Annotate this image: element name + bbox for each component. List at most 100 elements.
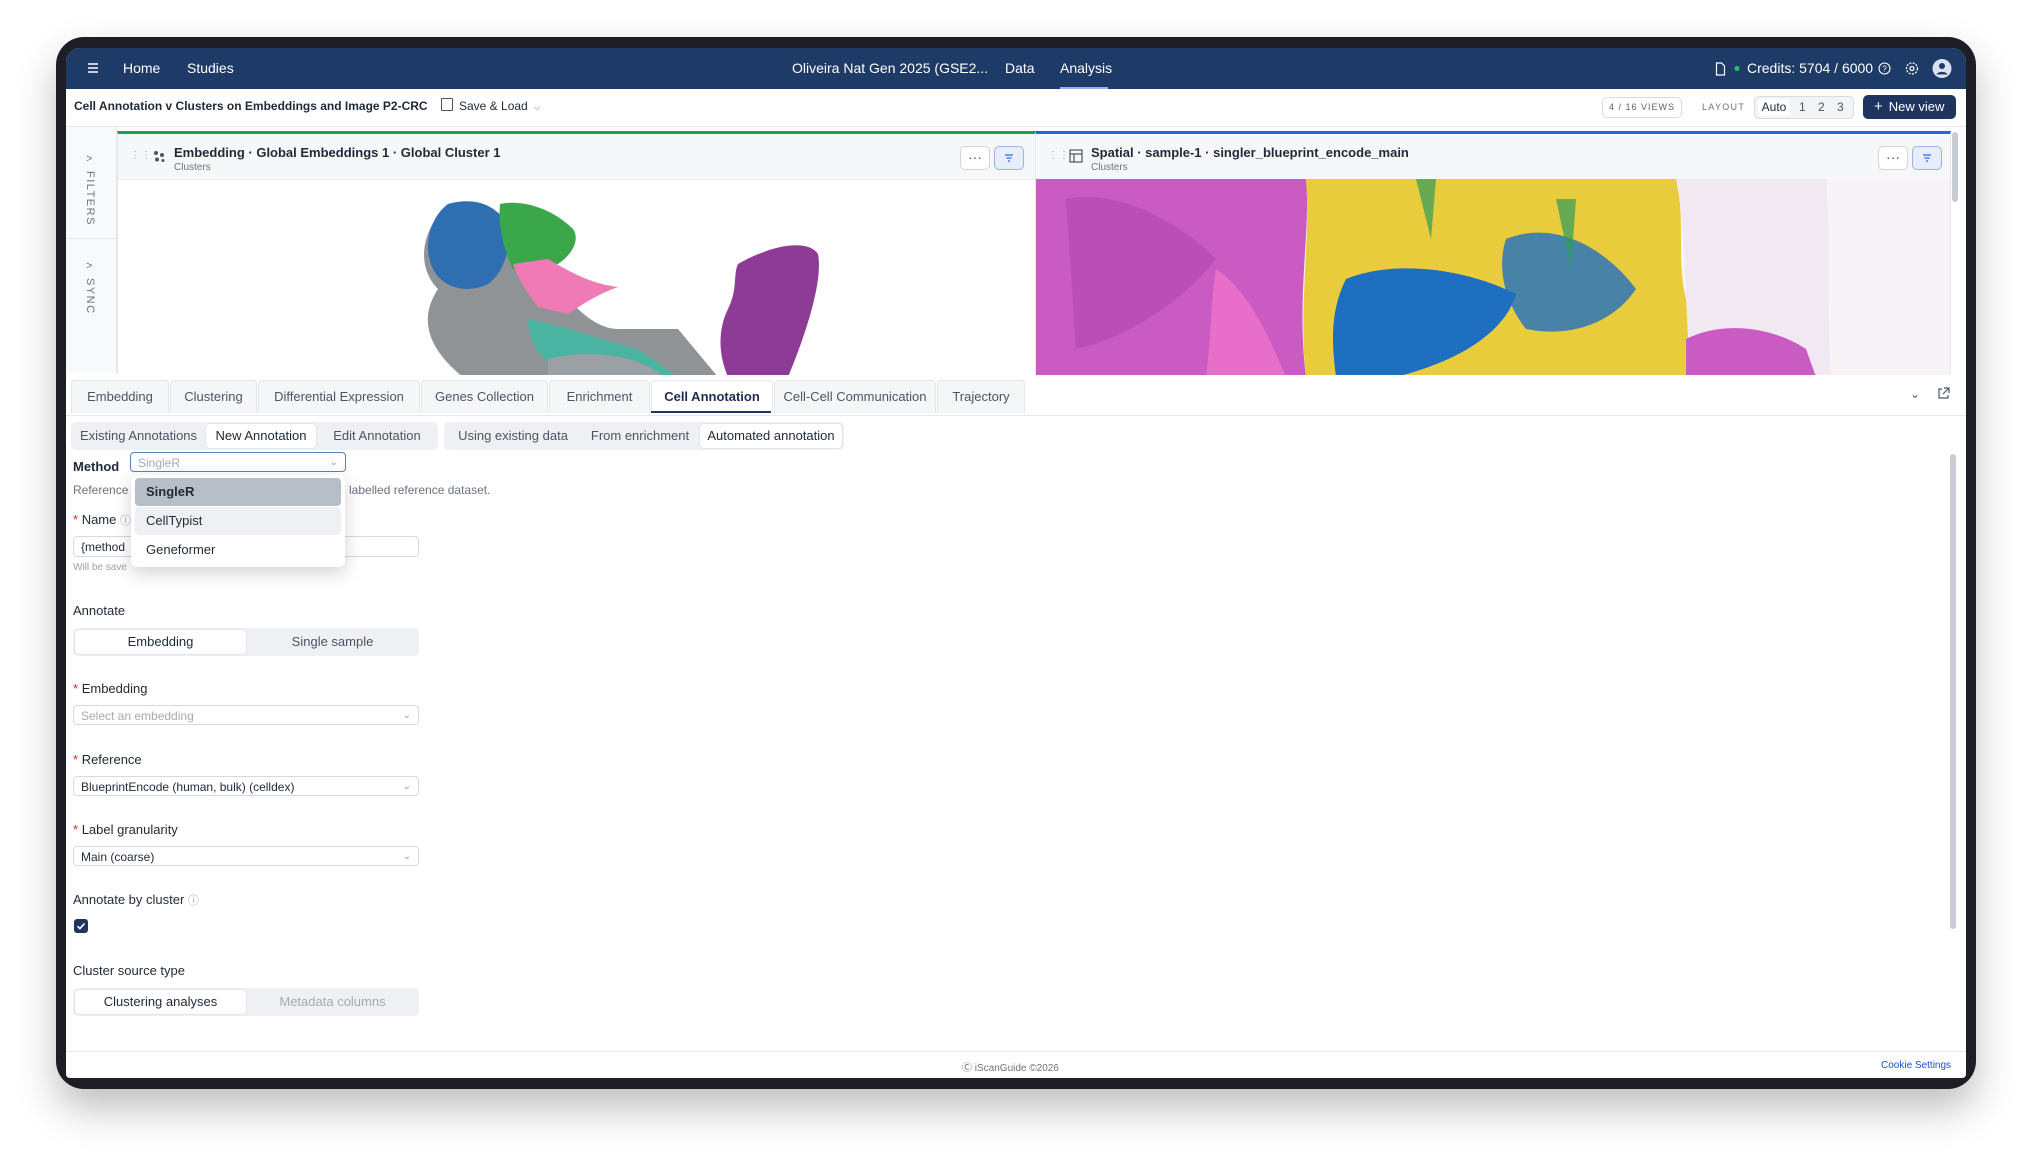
footer-copyright: Ⓒ iScanGuide ©2026 xyxy=(962,1059,1059,1074)
reference-select-value: BlueprintEncode (human, bulk) (celldex) xyxy=(81,780,295,794)
label-granularity-select[interactable]: Main (coarse) ⌄ xyxy=(73,846,419,866)
document-icon[interactable] xyxy=(1715,48,1726,89)
layout-1[interactable]: 1 xyxy=(1799,99,1806,116)
chevron-right-icon[interactable]: > xyxy=(86,260,92,272)
mode-edit-annotation[interactable]: Edit Annotation xyxy=(318,424,436,448)
help-icon[interactable]: ⓘ xyxy=(188,895,199,907)
nav-data[interactable]: Data xyxy=(1005,48,1035,89)
collapse-chevron-icon[interactable]: ⌄ xyxy=(1910,387,1920,401)
source-from-enrichment[interactable]: From enrichment xyxy=(582,424,698,448)
tab-clustering[interactable]: Clustering xyxy=(170,380,257,413)
method-option-celltypist[interactable]: CellTypist xyxy=(135,507,341,535)
drag-handle-icon[interactable]: ⋮⋮ xyxy=(1048,150,1070,161)
top-navigation: Home Studies Oliveira Nat Gen 2025 (GSE2… xyxy=(66,48,1966,89)
form-scrollbar[interactable] xyxy=(1950,454,1956,929)
help-icon[interactable]: ⓘ xyxy=(120,515,131,527)
save-load-button[interactable]: Save & Load ⌵ xyxy=(441,98,541,113)
filter-button[interactable] xyxy=(1912,146,1942,170)
annotate-label: Annotate xyxy=(73,603,126,618)
annotate-by-cluster-text: Annotate by cluster xyxy=(73,892,185,907)
method-select[interactable]: SingleR ⌄ xyxy=(130,452,346,472)
spatial-view-panel: ⋮⋮ Spatial · sample-1 · singler_blueprin… xyxy=(1035,131,1951,378)
reference-label-text: Reference xyxy=(81,752,142,767)
nav-studies[interactable]: Studies xyxy=(187,48,234,89)
new-view-label: New view xyxy=(1888,99,1945,114)
more-options-button[interactable]: ··· xyxy=(960,146,990,170)
tab-enrichment[interactable]: Enrichment xyxy=(549,380,650,413)
user-avatar-icon[interactable] xyxy=(1932,48,1952,89)
tab-cell-annotation[interactable]: Cell Annotation xyxy=(651,380,773,413)
annotation-source-tabs: Using existing data From enrichment Auto… xyxy=(444,422,844,450)
annotate-by-cluster-label: Annotate by cluster ⓘ xyxy=(73,892,199,908)
label-granularity-label: * Label granularity xyxy=(73,822,178,837)
method-option-geneformer[interactable]: Geneformer xyxy=(135,536,341,564)
new-view-button[interactable]: + New view xyxy=(1863,95,1956,119)
help-icon[interactable]: ? xyxy=(1878,48,1891,89)
name-label: * Name ⓘ xyxy=(73,512,131,527)
embedding-panel-subtitle: Clusters xyxy=(174,162,211,173)
embedding-scatter-plot[interactable] xyxy=(118,179,1035,377)
annotation-mode-tabs: Existing Annotations New Annotation Edit… xyxy=(71,422,438,450)
open-external-icon[interactable] xyxy=(1937,387,1950,405)
label-granularity-value: Main (coarse) xyxy=(81,850,155,864)
embedding-select[interactable]: Select an embedding ⌄ xyxy=(73,705,419,725)
project-title[interactable]: Oliveira Nat Gen 2025 (GSE2... xyxy=(792,48,988,89)
save-load-label: Save & Load xyxy=(459,99,528,113)
cluster-source-type-label: Cluster source type xyxy=(73,963,185,978)
reference-select[interactable]: BlueprintEncode (human, bulk) (celldex) ⌄ xyxy=(73,776,419,796)
clustering-analyses-option[interactable]: Clustering analyses xyxy=(75,990,246,1014)
credits-status-dot xyxy=(1734,48,1740,89)
embedding-label-text: Embedding xyxy=(81,681,148,696)
layout-table-icon xyxy=(1069,149,1083,168)
more-options-button[interactable]: ··· xyxy=(1878,146,1908,170)
source-automated-annotation[interactable]: Automated annotation xyxy=(700,424,842,448)
chevron-right-icon[interactable]: > xyxy=(86,153,92,165)
analysis-toolbar: Cell Annotation v Clusters on Embeddings… xyxy=(66,89,1966,127)
rail-divider xyxy=(66,238,116,239)
tab-trajectory[interactable]: Trajectory xyxy=(937,380,1025,413)
spatial-panel-subtitle: Clusters xyxy=(1091,162,1128,173)
annotate-embedding-option[interactable]: Embedding xyxy=(75,630,246,654)
nav-home[interactable]: Home xyxy=(123,48,160,89)
embedding-view-panel: ⋮⋮ Embedding · Global Embeddings 1 · Glo… xyxy=(117,131,1036,378)
top-scrollbar[interactable] xyxy=(1952,132,1958,202)
settings-gear-icon[interactable] xyxy=(1905,48,1919,89)
source-using-existing-data[interactable]: Using existing data xyxy=(446,424,580,448)
analysis-tab-bar: Embedding Clustering Differential Expres… xyxy=(66,375,1966,416)
svg-text:?: ? xyxy=(1882,65,1887,74)
metadata-columns-option[interactable]: Metadata columns xyxy=(248,990,417,1014)
chevron-down-icon: ⌄ xyxy=(402,851,411,862)
annotate-toggle: Embedding Single sample xyxy=(73,628,419,656)
annotate-by-cluster-checkbox[interactable] xyxy=(74,919,88,933)
mode-existing-annotations[interactable]: Existing Annotations xyxy=(73,424,204,448)
menu-icon[interactable] xyxy=(87,48,99,89)
checkmark-icon xyxy=(76,923,86,930)
spatial-tissue-image[interactable] xyxy=(1036,179,1950,377)
tab-cell-cell-communication[interactable]: Cell-Cell Communication xyxy=(774,380,936,413)
tab-genes-collection[interactable]: Genes Collection xyxy=(421,380,548,413)
layout-3[interactable]: 3 xyxy=(1837,99,1844,116)
method-dropdown-menu: SingleR CellTypist Geneformer xyxy=(131,475,345,567)
method-option-singler[interactable]: SingleR xyxy=(135,478,341,506)
drag-handle-icon[interactable]: ⋮⋮ xyxy=(130,150,152,161)
cookie-settings-link[interactable]: Cookie Settings xyxy=(1881,1060,1951,1071)
tab-embedding[interactable]: Embedding xyxy=(71,380,169,413)
method-select-value: SingleR xyxy=(138,456,181,470)
filter-button[interactable] xyxy=(994,146,1024,170)
nav-analysis[interactable]: Analysis xyxy=(1060,48,1112,89)
chevron-down-icon: ⌵ xyxy=(533,102,541,112)
layout-label: LAYOUT xyxy=(1702,102,1746,112)
scatter-plot-icon xyxy=(152,149,166,168)
spatial-panel-header: ⋮⋮ Spatial · sample-1 · singler_blueprin… xyxy=(1036,134,1950,180)
layout-2[interactable]: 2 xyxy=(1818,99,1825,116)
filters-toggle[interactable]: FILTERS xyxy=(84,171,96,226)
layout-auto[interactable]: Auto xyxy=(1758,99,1790,116)
plus-icon: + xyxy=(1874,98,1883,115)
sync-toggle[interactable]: SYNC xyxy=(84,278,96,315)
annotate-single-sample-option[interactable]: Single sample xyxy=(248,630,417,654)
save-icon xyxy=(441,98,453,111)
mode-new-annotation[interactable]: New Annotation xyxy=(206,424,316,448)
tab-differential-expression[interactable]: Differential Expression xyxy=(258,380,420,413)
embedding-panel-header: ⋮⋮ Embedding · Global Embeddings 1 · Glo… xyxy=(118,134,1035,180)
footer: Ⓒ iScanGuide ©2026 Cookie Settings xyxy=(66,1051,1966,1078)
